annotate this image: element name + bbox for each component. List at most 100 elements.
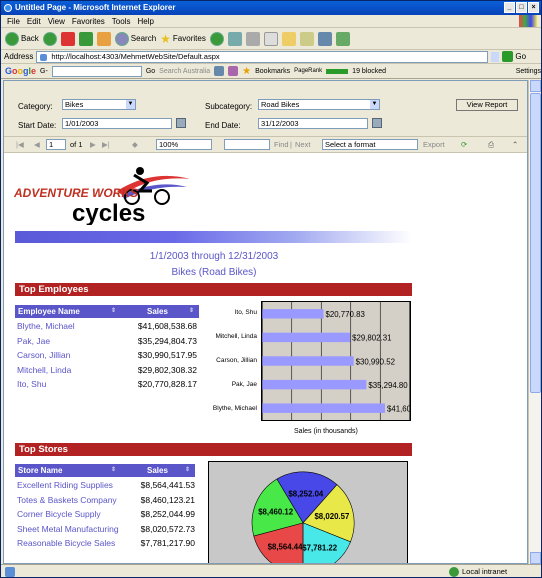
category-select[interactable]: Bikes ▼ xyxy=(62,99,136,110)
google-search-menu[interactable]: G- xyxy=(40,68,48,75)
report-body: ADVENTURE WORKS cycles 1/1/2003 through … xyxy=(4,153,527,563)
print-report-icon[interactable]: ⎙ xyxy=(488,140,494,150)
search-button[interactable]: Search xyxy=(114,31,156,46)
stop-button[interactable] xyxy=(60,31,75,46)
subcategory-select[interactable]: Road Bikes ▼ xyxy=(258,99,380,110)
refresh-report-icon[interactable]: ⟳ xyxy=(461,140,467,149)
employee-name-link[interactable]: Pak, Jae xyxy=(17,336,50,346)
minimize-button[interactable]: _ xyxy=(504,2,515,13)
end-date-label: End Date: xyxy=(205,121,241,130)
sales-column[interactable]: Sales xyxy=(147,305,168,318)
store-name-link[interactable]: Reasonable Bicycle Sales xyxy=(17,538,115,548)
forward-button[interactable] xyxy=(42,31,57,46)
zoom-select[interactable]: 100% xyxy=(156,139,212,150)
home-button[interactable] xyxy=(96,31,111,46)
close-button[interactable]: × xyxy=(528,2,539,13)
export-link[interactable]: Export xyxy=(423,140,445,149)
sort-icon[interactable]: ⇕ xyxy=(111,305,116,318)
page-icon xyxy=(5,567,15,577)
store-sales-value: $7,781,217.90 xyxy=(140,538,195,548)
sort-icon[interactable]: ⇕ xyxy=(185,464,190,477)
mail-button[interactable] xyxy=(227,31,242,46)
scroll-thumb[interactable] xyxy=(530,93,541,393)
table-row: Carson, Jillian $30,990,517.95 xyxy=(17,350,197,362)
header-banner xyxy=(15,231,412,243)
page-number-input[interactable]: 1 xyxy=(46,139,66,150)
next-link[interactable]: Next xyxy=(295,140,310,149)
google-go-button[interactable]: Go xyxy=(146,68,155,75)
store-name-link[interactable]: Sheet Metal Manufacturing xyxy=(17,524,119,534)
last-page-icon[interactable]: ▶| xyxy=(102,140,110,149)
site-search-icon[interactable] xyxy=(228,66,239,76)
history-button[interactable] xyxy=(209,31,224,46)
next-page-icon[interactable]: ▶ xyxy=(90,140,96,149)
favorites-button[interactable]: ★ Favorites xyxy=(160,32,206,46)
calendar-icon[interactable] xyxy=(176,118,186,128)
back-to-parent-icon[interactable]: ◆ xyxy=(132,140,138,149)
menu-favorites[interactable]: Favorites xyxy=(72,15,105,27)
refresh-button[interactable] xyxy=(78,31,93,46)
print-button[interactable] xyxy=(245,31,260,46)
employee-name-column[interactable]: Employee Name xyxy=(18,305,80,318)
search-australia-button[interactable]: Search Australia xyxy=(159,68,210,75)
menu-file[interactable]: File xyxy=(7,15,20,27)
store-sales-value: $8,564,441.53 xyxy=(140,480,195,490)
research-button[interactable] xyxy=(335,31,350,46)
sort-icon[interactable]: ⇕ xyxy=(111,464,116,477)
bar-chart-x-label: Sales (in thousands) xyxy=(294,428,358,435)
table-row: Sheet Metal Manufacturing $8,020,572.73 xyxy=(17,524,195,536)
export-format-select[interactable]: Select a format xyxy=(322,139,418,150)
popup-blocker[interactable]: 19 blocked xyxy=(352,68,386,75)
vertical-scrollbar[interactable] xyxy=(528,80,541,564)
go-button[interactable]: Go xyxy=(502,51,526,62)
menu-help[interactable]: Help xyxy=(137,15,153,27)
menu-view[interactable]: View xyxy=(48,15,65,27)
back-button[interactable]: Back xyxy=(5,31,39,46)
employee-sales-value: $41,608,538.68 xyxy=(137,321,197,331)
bar-data-label: $30,990.52 xyxy=(356,357,395,366)
store-name-link[interactable]: Excellent Riding Supplies xyxy=(17,480,113,490)
settings-button[interactable]: Settings xyxy=(516,68,541,75)
store-sales-value: $8,252,044.99 xyxy=(140,509,195,519)
edit-button[interactable] xyxy=(263,31,278,46)
google-search-input[interactable] xyxy=(51,65,142,77)
employee-name-link[interactable]: Carson, Jillian xyxy=(17,350,70,360)
standard-toolbar: Back Search ★ Favorites xyxy=(1,28,541,50)
pie-data-label: $8,460.12 xyxy=(258,508,294,517)
first-page-icon[interactable]: |◀ xyxy=(16,140,24,149)
menu-edit[interactable]: Edit xyxy=(27,15,41,27)
title-bar: Untitled Page - Microsoft Internet Explo… xyxy=(1,1,541,15)
windows-logo-icon xyxy=(519,15,537,27)
maximize-button[interactable]: □ xyxy=(516,2,527,13)
store-name-link[interactable]: Totes & Baskets Company xyxy=(17,495,117,505)
address-input[interactable]: http://localhost:4303/MehmetWebSite/Defa… xyxy=(36,50,489,63)
start-date-input[interactable]: 1/01/2003 xyxy=(62,118,172,129)
menu-tools[interactable]: Tools xyxy=(112,15,131,27)
view-report-button[interactable]: View Report xyxy=(456,99,518,111)
store-name-column[interactable]: Store Name xyxy=(18,464,62,477)
scroll-up-icon[interactable] xyxy=(530,80,541,92)
folder-button[interactable] xyxy=(281,31,296,46)
employee-name-link[interactable]: Ito, Shu xyxy=(17,379,46,389)
employee-name-link[interactable]: Blythe, Michael xyxy=(17,321,75,331)
messenger-button[interactable] xyxy=(317,31,332,46)
parameters-panel: Category: Bikes ▼ Subcategory: Road Bikes… xyxy=(4,81,527,137)
collapse-toolbar-icon[interactable]: ⌃ xyxy=(512,140,518,149)
status-bar: Local intranet xyxy=(1,564,541,578)
bookmarks-button[interactable]: Bookmarks xyxy=(255,68,290,75)
pagerank-bar xyxy=(326,68,349,74)
sales-column[interactable]: Sales xyxy=(147,464,168,477)
star-icon: ★ xyxy=(160,31,171,46)
calendar-icon[interactable] xyxy=(372,118,382,128)
end-date-input[interactable]: 31/12/2003 xyxy=(258,118,368,129)
scroll-down-icon[interactable] xyxy=(530,552,541,564)
employee-sales-value: $30,990,517.95 xyxy=(137,350,197,360)
previous-page-icon[interactable]: ◀ xyxy=(34,140,40,149)
discuss-button[interactable] xyxy=(299,31,314,46)
news-icon[interactable] xyxy=(214,66,225,76)
employee-name-link[interactable]: Mitchell, Linda xyxy=(17,365,71,375)
find-input[interactable] xyxy=(224,139,270,150)
find-link[interactable]: Find xyxy=(274,140,289,149)
store-name-link[interactable]: Corner Bicycle Supply xyxy=(17,509,101,519)
address-dropdown-icon[interactable] xyxy=(491,51,500,62)
